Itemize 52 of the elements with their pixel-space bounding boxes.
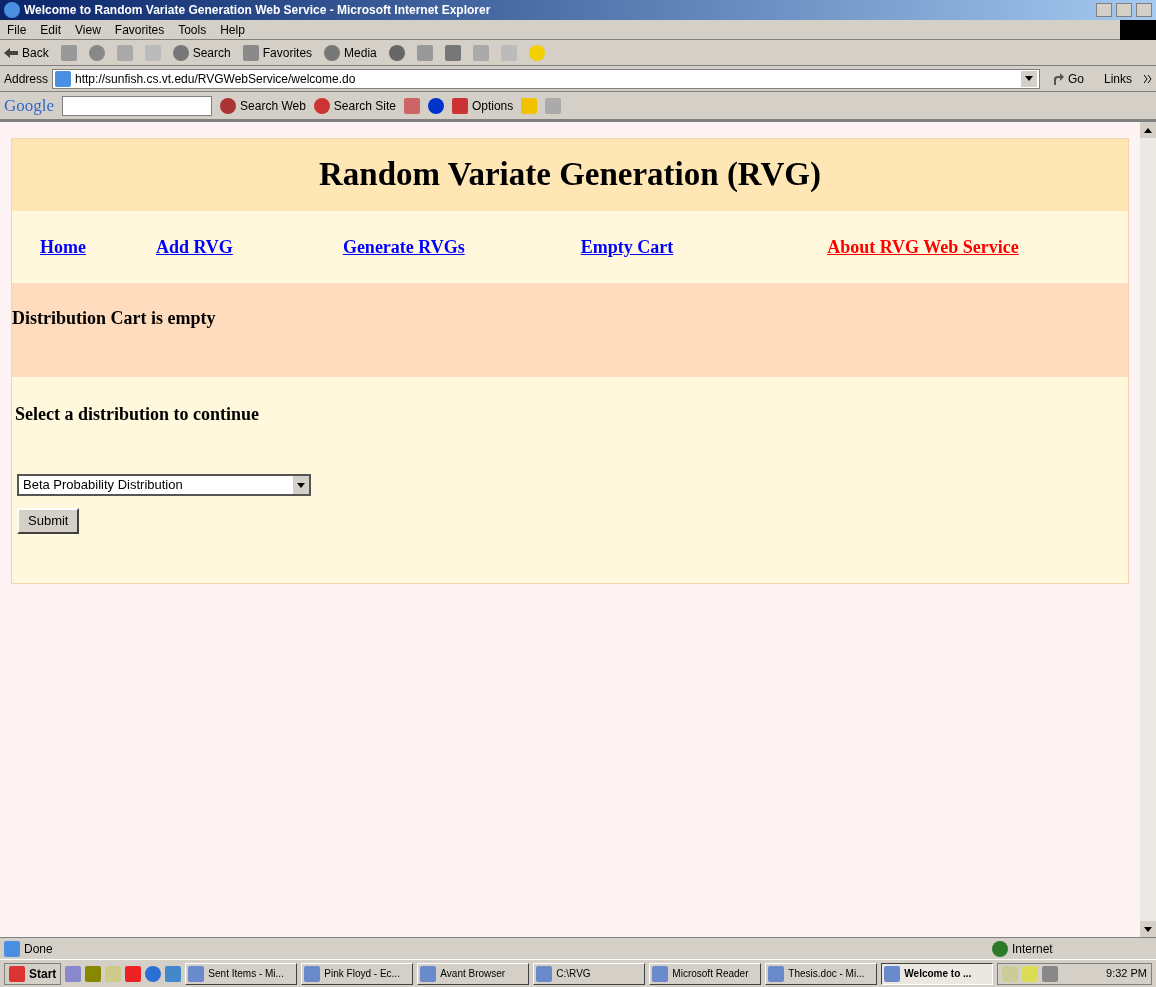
zone-text: Internet <box>1012 940 1054 958</box>
taskbar-button[interactable]: Pink Floyd - Ec... <box>301 962 414 985</box>
prompt-text: Select a distribution to continue <box>15 403 260 426</box>
taskbar-button[interactable]: Thesis.doc - Mi... <box>765 962 878 985</box>
links-button[interactable]: Links <box>1096 69 1140 88</box>
submit-button[interactable]: Submit <box>17 508 80 534</box>
address-field[interactable]: http://sunfish.cs.vt.edu/RVGWebService/welcome.do <box>52 68 1040 89</box>
menu-item[interactable]: View <box>68 20 108 39</box>
scroll-down-icon[interactable] <box>1144 926 1152 932</box>
taskbar-button[interactable]: Sent Items - Mi... <box>185 962 298 985</box>
media-button[interactable]: Media <box>324 43 377 62</box>
address-label: Address <box>4 70 49 88</box>
status-text: Done <box>24 940 54 958</box>
menu-item[interactable]: Favorites <box>107 20 172 39</box>
menu-item[interactable]: File <box>0 20 34 39</box>
nav-link[interactable]: Home <box>40 233 86 261</box>
dropdown-icon[interactable] <box>1024 76 1033 81</box>
close-button[interactable] <box>1136 3 1152 17</box>
go-button[interactable]: Go <box>1043 69 1092 88</box>
taskbar-button[interactable]: C:\RVG <box>533 962 646 985</box>
taskbar-button[interactable]: Microsoft Reader <box>649 962 762 985</box>
google-logo[interactable]: Google <box>4 92 55 119</box>
minimize-button[interactable] <box>1096 3 1112 17</box>
back-button[interactable]: Back <box>4 43 49 62</box>
go-arrow-icon <box>1051 72 1064 85</box>
start-button[interactable]: Start <box>4 962 62 985</box>
chevron-icon[interactable] <box>1144 74 1152 83</box>
clock-text: 9:32 PM <box>1106 966 1147 982</box>
page-heading: Random Variate Generation (RVG) <box>318 155 822 195</box>
menu-item[interactable]: Tools <box>171 20 214 39</box>
taskbar-button[interactable]: Welcome to ... <box>881 962 994 985</box>
nav-link[interactable]: About RVG Web Service <box>827 233 1019 261</box>
cart-status-text: Distribution Cart is empty <box>12 308 216 328</box>
nav-link[interactable]: Generate RVGs <box>342 233 465 261</box>
google-search-field[interactable] <box>62 95 213 116</box>
dropdown-icon[interactable] <box>297 482 305 488</box>
distribution-select[interactable]: Beta Probability Distribution <box>17 474 311 496</box>
menu-item[interactable]: Help <box>213 20 252 39</box>
favorites-button[interactable]: Favorites <box>242 43 313 62</box>
search-button[interactable]: Search <box>172 43 231 62</box>
scrollbar[interactable] <box>1140 122 1156 937</box>
search-web-button[interactable]: Search Web <box>220 96 306 115</box>
options-button[interactable]: Options <box>451 96 514 115</box>
search-site-button[interactable]: Search Site <box>313 96 396 115</box>
nav-link[interactable]: Add RVG <box>156 233 233 261</box>
scroll-up-icon[interactable] <box>1144 127 1152 133</box>
taskbar-button[interactable]: Avant Browser <box>417 962 530 985</box>
restore-button[interactable] <box>1116 3 1132 17</box>
menu-item[interactable]: Edit <box>33 20 69 39</box>
nav-link[interactable]: Empty Cart <box>580 233 674 261</box>
window-title: Welcome to Random Variate Generation Web Service - Microsoft Internet Explorer <box>24 2 492 19</box>
back-arrow-icon <box>4 47 18 58</box>
